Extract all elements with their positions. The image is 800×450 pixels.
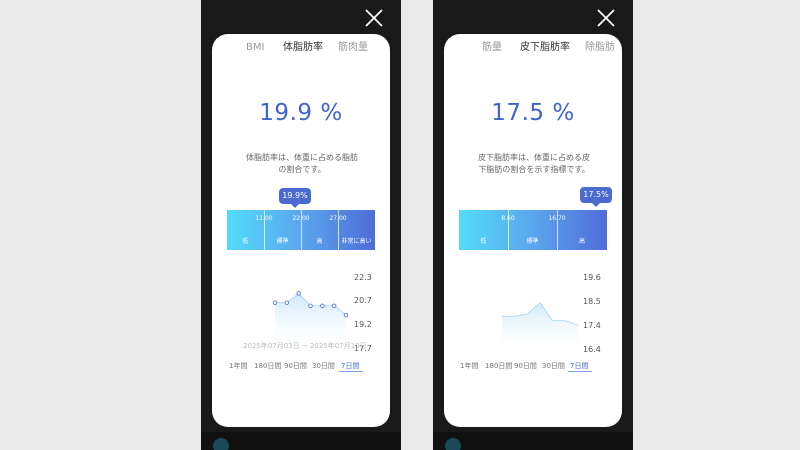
active-period-indicator: [339, 371, 363, 372]
period-1-year[interactable]: 1年間: [229, 361, 247, 371]
chart-point[interactable]: [284, 300, 290, 305]
phone-screen-subcutaneous-fat: 筋量 皮下脂肪率 除脂肪 17.5 % 皮下脂肪率は、体重に占める皮下脂肪の割合…: [433, 0, 633, 450]
y-axis-tick-label: 17.4: [583, 321, 601, 330]
period-30-days[interactable]: 30日間: [312, 361, 335, 371]
period-7-days[interactable]: 7日間: [570, 361, 588, 371]
period-1-year[interactable]: 1年間: [460, 361, 478, 371]
chart-point[interactable]: [331, 303, 337, 308]
chart-point[interactable]: [320, 303, 325, 308]
close-button[interactable]: [595, 7, 617, 29]
period-90-days[interactable]: 90日間: [284, 361, 307, 371]
period-7-days[interactable]: 7日間: [341, 361, 359, 371]
period-30-days[interactable]: 30日間: [542, 361, 565, 371]
detail-card: BMI 体脂肪率 筋肉量 19.9 % 体脂肪率は、体重に占める脂肪の割合です。…: [212, 34, 390, 427]
close-icon: [365, 9, 383, 27]
period-180-days[interactable]: 180日間: [485, 361, 512, 371]
nav-avatar-icon[interactable]: [445, 438, 461, 450]
close-icon: [597, 9, 615, 27]
y-axis-tick-label: 18.5: [583, 297, 601, 306]
chart-point[interactable]: [296, 291, 301, 296]
chart-point[interactable]: [343, 312, 349, 318]
detail-card: 筋量 皮下脂肪率 除脂肪 17.5 % 皮下脂肪率は、体重に占める皮下脂肪の割合…: [444, 34, 622, 427]
y-axis-tick-label: 20.7: [354, 296, 372, 305]
chart-point[interactable]: [308, 303, 313, 308]
chart-point[interactable]: [272, 300, 278, 305]
close-button[interactable]: [363, 7, 385, 29]
bottom-nav-bar: [433, 432, 633, 450]
y-axis-tick-label: 16.4: [583, 345, 601, 354]
chart-area: [502, 302, 578, 350]
phone-screen-body-fat: BMI 体脂肪率 筋肉量 19.9 % 体脂肪率は、体重に占める脂肪の割合です。…: [201, 0, 401, 450]
period-selector: 1年間 180日間 90日間 30日間 7日間: [212, 361, 390, 377]
date-range-label: 2025年07月03日 ~ 2025年07月10日: [243, 342, 367, 350]
active-period-indicator: [568, 371, 592, 372]
period-90-days[interactable]: 90日間: [514, 361, 537, 371]
y-axis-tick-label: 19.6: [583, 273, 601, 282]
nav-avatar-icon[interactable]: [213, 438, 229, 450]
bottom-nav-bar: [201, 432, 401, 450]
y-axis-tick-label: 19.2: [354, 320, 372, 329]
y-axis-tick-label: 22.3: [354, 273, 372, 282]
period-180-days[interactable]: 180日間: [254, 361, 281, 371]
period-selector: 1年間 180日間 90日間 30日間 7日間: [444, 361, 622, 377]
